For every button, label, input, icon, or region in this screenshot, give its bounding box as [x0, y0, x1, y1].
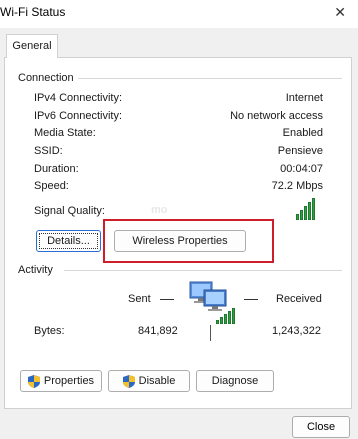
speed-label: Speed: [34, 180, 69, 192]
signal-strength-icon [296, 196, 315, 220]
signal-bar [308, 202, 311, 220]
bytes-sent-value: 841,892 [138, 325, 178, 337]
watermark: mo [151, 204, 168, 216]
properties-button-label: Properties [43, 375, 95, 387]
signal-quality-label: Signal Quality: [34, 205, 105, 217]
window-title: Wi-Fi Status [0, 5, 66, 19]
media-state-value: Enabled [282, 127, 323, 139]
activity-separator [210, 325, 211, 341]
signal-bar [312, 198, 315, 220]
activity-section-label: Activity [18, 264, 57, 276]
ipv4-label: IPv4 Connectivity: [34, 92, 123, 104]
ipv6-value: No network access [230, 110, 323, 122]
ipv4-value: Internet [285, 92, 323, 104]
ssid-value: Pensieve [277, 145, 323, 157]
sent-dash [160, 299, 174, 300]
activity-signal-icon [216, 306, 235, 324]
signal-bar [300, 210, 303, 220]
activity-signal-bar [228, 311, 231, 324]
uac-shield-icon [122, 374, 135, 388]
duration-value: 00:04:07 [280, 163, 323, 175]
title-bar: Wi-Fi Status ✕ [0, 0, 358, 28]
close-button[interactable]: Close [292, 416, 350, 438]
connection-divider [78, 78, 342, 79]
received-dash [244, 299, 258, 300]
activity-signal-bar [220, 317, 223, 324]
tab-general[interactable]: General [6, 34, 58, 58]
disable-button-label: Disable [138, 375, 176, 387]
activity-signal-bar [232, 308, 235, 324]
ipv6-label: IPv6 Connectivity: [34, 110, 123, 122]
speed-value: 72.2 Mbps [271, 180, 323, 192]
sent-label: Sent [128, 293, 151, 305]
signal-bar [296, 214, 299, 220]
bytes-label: Bytes: [34, 325, 65, 337]
properties-button[interactable]: Properties [20, 370, 102, 392]
duration-label: Duration: [34, 163, 79, 175]
signal-bar [304, 206, 307, 220]
activity-signal-bar [216, 320, 219, 324]
connection-section-label: Connection [18, 72, 78, 84]
window-close-icon[interactable]: ✕ [334, 4, 346, 21]
activity-signal-bar [224, 314, 227, 324]
activity-divider [64, 270, 342, 271]
diagnose-button[interactable]: Diagnose [196, 370, 274, 392]
ssid-label: SSID: [34, 145, 63, 157]
received-label: Received [276, 293, 322, 305]
details-button[interactable]: Details... [36, 230, 101, 252]
bytes-received-value: 1,243,322 [272, 325, 321, 337]
media-state-label: Media State: [34, 127, 96, 139]
uac-shield-icon [27, 374, 40, 388]
wireless-properties-button[interactable]: Wireless Properties [114, 230, 246, 252]
disable-button[interactable]: Disable [108, 370, 190, 392]
